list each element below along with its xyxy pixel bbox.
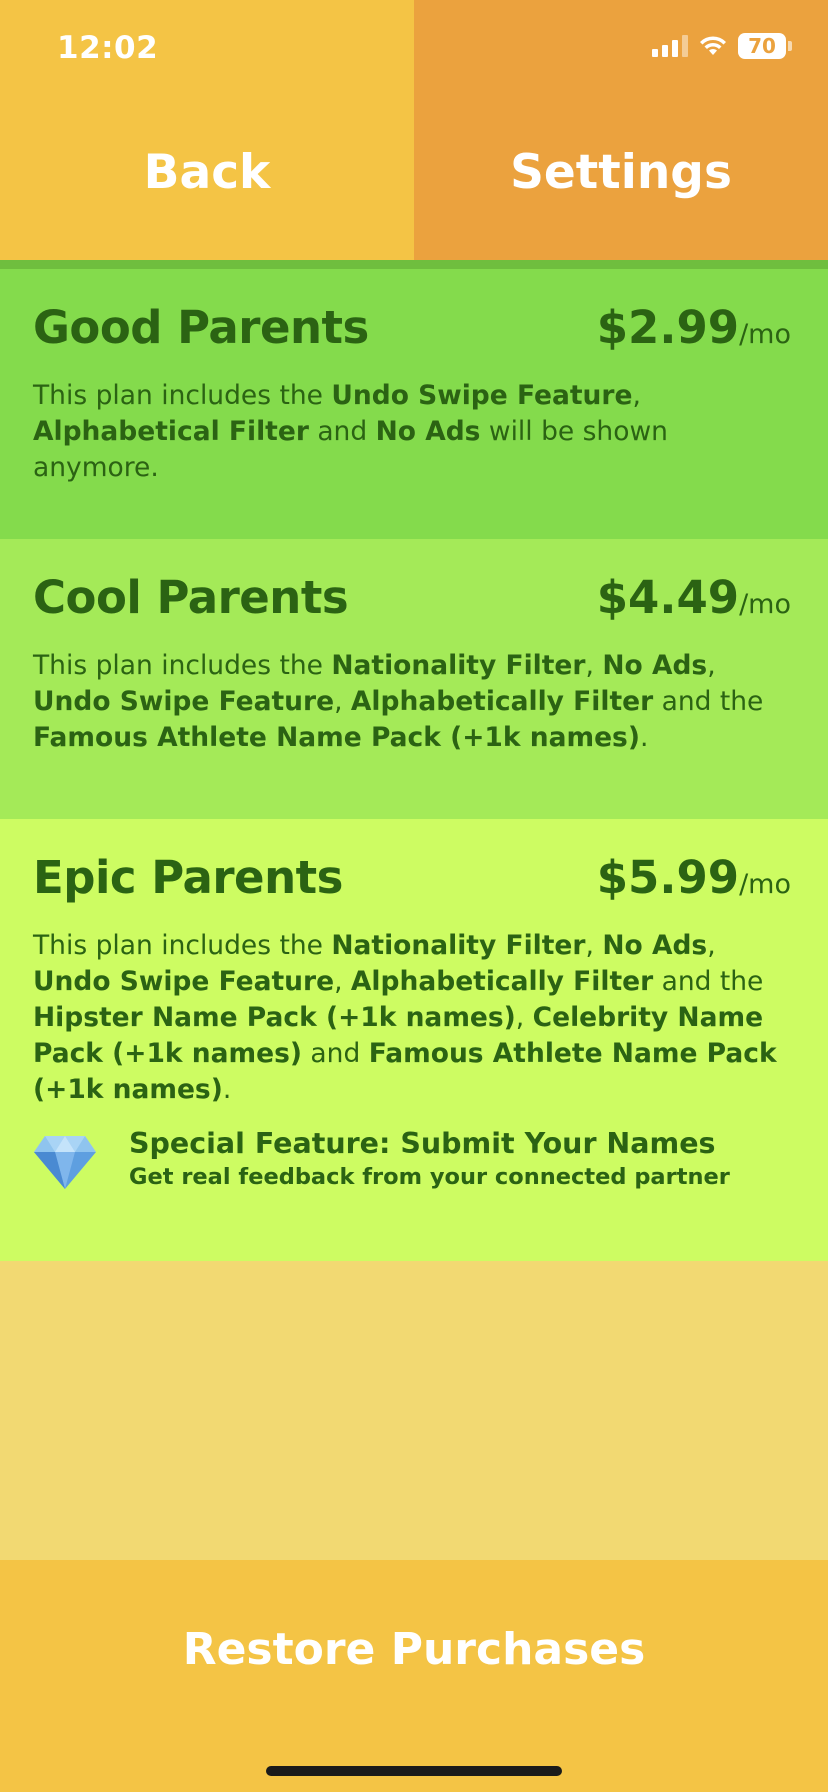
plans-list: Good Parents $2.99/mo This plan includes… <box>0 269 828 1261</box>
plan-description: This plan includes the Undo Swipe Featur… <box>33 380 668 483</box>
price-amount: $5.99 <box>596 851 740 904</box>
price-unit: /mo <box>739 319 791 350</box>
special-feature-subtitle: Get real feedback from your connected pa… <box>129 1164 730 1190</box>
restore-purchases-button[interactable]: Restore Purchases <box>0 1560 828 1718</box>
plan-good-parents[interactable]: Good Parents $2.99/mo This plan includes… <box>0 269 828 539</box>
price-amount: $2.99 <box>596 301 740 354</box>
empty-area <box>0 1261 828 1560</box>
plan-name: Cool Parents <box>33 571 349 624</box>
plan-epic-parents[interactable]: Epic Parents $5.99/mo This plan includes… <box>0 819 828 1261</box>
price-amount: $4.49 <box>596 571 740 624</box>
home-indicator[interactable] <box>266 1766 562 1776</box>
price-unit: /mo <box>739 869 791 900</box>
plan-cool-parents[interactable]: Cool Parents $4.49/mo This plan includes… <box>0 539 828 819</box>
plan-header: Cool Parents $4.49/mo <box>33 571 791 624</box>
plan-description: This plan includes the Nationality Filte… <box>33 650 764 753</box>
plan-price: $2.99/mo <box>597 301 791 354</box>
special-feature-text: Special Feature: Submit Your Names Get r… <box>129 1126 730 1192</box>
plan-price: $4.49/mo <box>597 571 791 624</box>
plan-name: Good Parents <box>33 301 369 354</box>
settings-button[interactable]: Settings <box>414 0 828 260</box>
plan-description: This plan includes the Nationality Filte… <box>33 930 777 1105</box>
plan-header: Epic Parents $5.99/mo <box>33 851 791 904</box>
back-button[interactable]: Back <box>0 0 414 260</box>
price-unit: /mo <box>739 589 791 620</box>
plan-price: $5.99/mo <box>597 851 791 904</box>
restore-section: Restore Purchases <box>0 1560 828 1792</box>
plan-name: Epic Parents <box>33 851 343 904</box>
special-feature-title: Special Feature: Submit Your Names <box>129 1127 716 1160</box>
top-navigation: Back Settings <box>0 0 828 260</box>
diamond-icon <box>34 1136 96 1189</box>
special-feature: Special Feature: Submit Your Names Get r… <box>33 1126 791 1192</box>
plan-header: Good Parents $2.99/mo <box>33 301 791 354</box>
nav-divider <box>0 260 828 269</box>
